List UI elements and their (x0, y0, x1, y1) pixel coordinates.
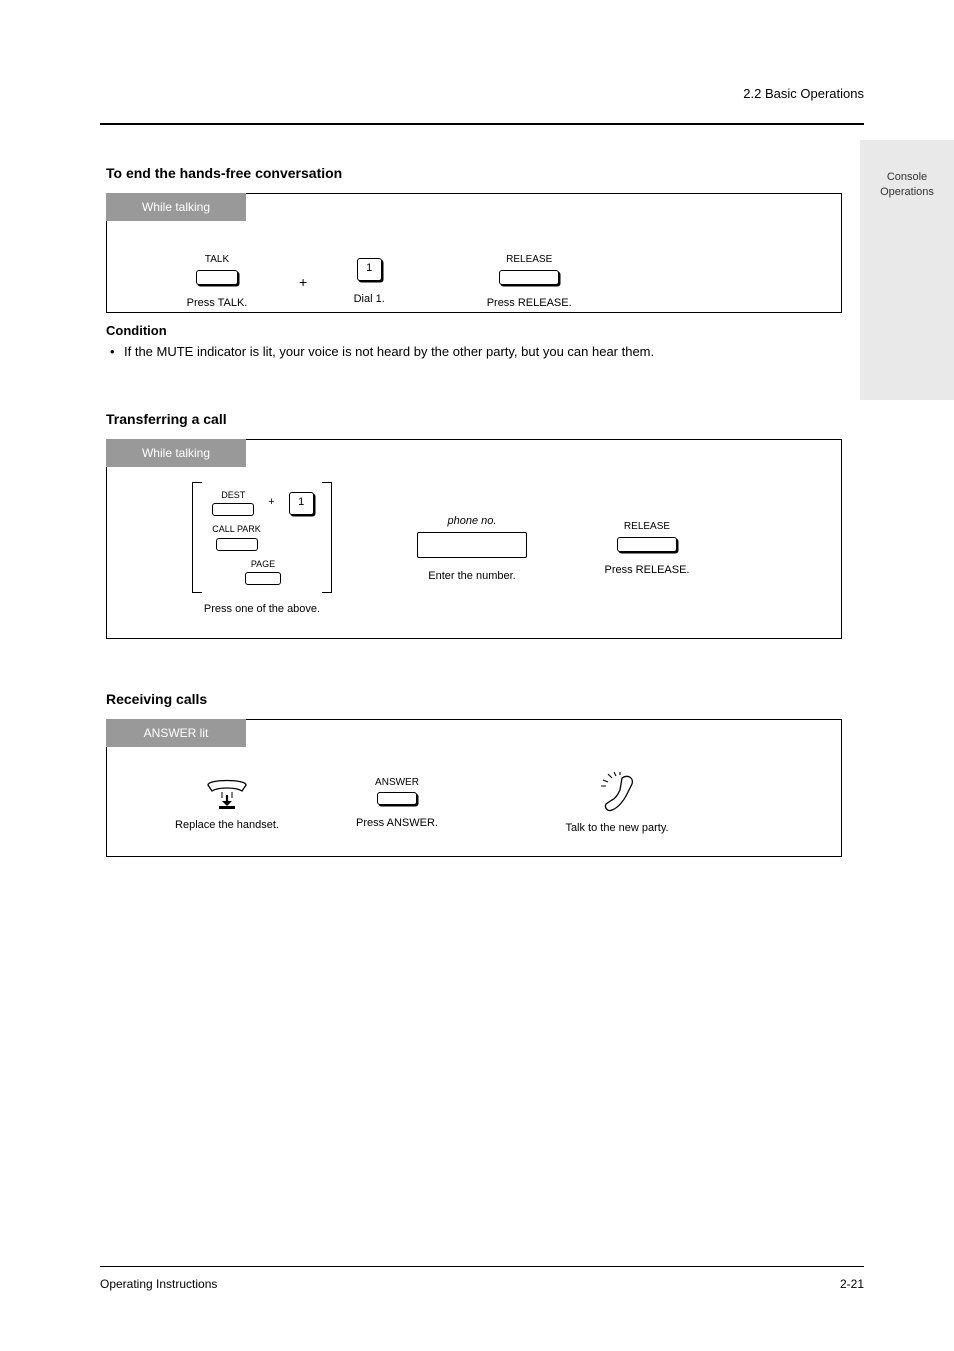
section-transfer: Transferring a call While talking DEST + (100, 411, 848, 639)
talk-caption: Press TALK. (187, 297, 248, 311)
section-ref: 2.2 Basic Operations (743, 86, 864, 101)
answer-step: ANSWER Press ANSWER. (307, 777, 487, 831)
talk-caption-3: Talk to the new party. (565, 822, 668, 836)
box-tab-1: While talking (106, 193, 246, 221)
release-label: RELEASE (506, 254, 552, 267)
keypad-1-icon: 1 (289, 492, 314, 515)
plus-icon: + (299, 274, 307, 290)
side-tab-line2: Operations (880, 185, 934, 200)
keypad-1-icon: 1 (357, 258, 382, 281)
talk-label: TALK (205, 254, 229, 267)
release-button-icon (617, 537, 677, 552)
talk-step: Talk to the new party. (517, 772, 717, 836)
section-title-1: To end the hands-free conversation (106, 165, 848, 181)
handset-talk-icon (594, 772, 640, 814)
option-page: PAGE (245, 559, 281, 585)
procedure-box-2: While talking DEST + 1 (106, 439, 842, 639)
release-step-2: RELEASE Press RELEASE. (567, 521, 727, 577)
condition-body: If the MUTE indicator is lit, your voice… (124, 344, 654, 359)
talk-button-icon (196, 270, 238, 285)
box-tab-2: While talking (106, 439, 246, 467)
plus-icon: + (268, 496, 274, 510)
answer-caption: Press ANSWER. (356, 817, 438, 831)
option-callpark: CALL PARK (212, 524, 261, 550)
section-title-3: Receiving calls (106, 691, 848, 707)
callpark-button-icon (216, 538, 258, 551)
phone-no-label: phone no. (448, 515, 497, 529)
footer-left: Operating Instructions (100, 1277, 217, 1291)
talk-button-step: TALK Press TALK. (147, 254, 287, 310)
box-tab-3: ANSWER lit (106, 719, 246, 747)
release-caption-2: Press RELEASE. (605, 564, 690, 578)
answer-button-icon (377, 792, 417, 805)
release-step: RELEASE Press RELEASE. (449, 254, 609, 310)
section-receive: Receiving calls ANSWER lit Replace the h… (100, 691, 848, 857)
hangup-caption: Replace the handset. (175, 819, 279, 833)
section-end-handsfree: To end the hands-free conversation While… (100, 165, 848, 359)
release-label-2: RELEASE (624, 521, 670, 534)
release-button-icon (499, 270, 559, 285)
side-tab-line1: Console (880, 170, 934, 185)
answer-label: ANSWER (375, 777, 419, 790)
section-title: Basic Operations (765, 86, 864, 101)
dial-1-caption: Dial 1. (354, 293, 385, 307)
group-caption: Press one of the above. (204, 603, 320, 617)
enter-number-step: phone no. Enter the number. (377, 515, 567, 585)
option-group: DEST + 1 CALL PARK (147, 482, 377, 617)
handset-down-icon (202, 775, 252, 811)
dest-button-icon (212, 503, 254, 516)
section-number: 2.2 (743, 86, 761, 101)
procedure-box-3: ANSWER lit Replace the handset. ANSWER (106, 719, 842, 857)
hangup-step: Replace the handset. (147, 775, 307, 833)
page-footer: Operating Instructions 2-21 (100, 1266, 864, 1291)
option-dest: DEST + 1 (212, 490, 313, 516)
phone-number-field (417, 532, 527, 558)
release-caption: Press RELEASE. (487, 297, 572, 311)
procedure-box-1: While talking TALK Press TALK. + 1 Dial … (106, 193, 842, 313)
section-title-2: Transferring a call (106, 411, 848, 427)
page-button-icon (245, 572, 281, 585)
page-header: 2.2 Basic Operations (100, 70, 864, 125)
dial-1-step: 1 Dial 1. (319, 258, 419, 307)
side-tab: Console Operations (860, 140, 954, 400)
footer-right: 2-21 (840, 1277, 864, 1291)
enter-number-caption: Enter the number. (428, 570, 515, 584)
